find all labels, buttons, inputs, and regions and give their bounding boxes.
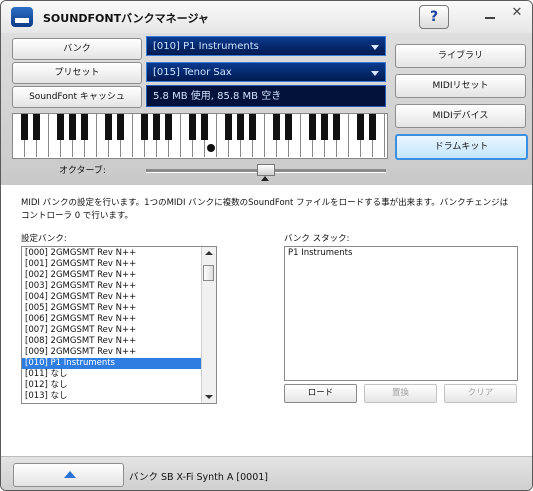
list-item[interactable]: [000] 2GMGSMT Rev N++ [22,248,201,259]
piano-black-key[interactable] [141,114,148,140]
memory-status: 5.8 MB 使用, 85.8 MB 空き [146,85,386,107]
chevron-down-icon [371,71,379,76]
load-button[interactable]: ロード [284,384,357,403]
help-button[interactable]: ? [419,5,449,29]
piano-black-key[interactable] [21,114,28,140]
bottom-bar: バンク SB X-Fi Synth A [0001] [1,456,532,490]
preset-button[interactable]: プリセット [12,62,142,84]
description-text: MIDI バンクの設定を行います。1つのMIDI バンクに複数のSoundFon… [21,198,509,221]
bank-select-value: [010] P1 Instruments [153,41,259,52]
bank-list-scrollbar[interactable] [201,247,216,403]
list-item[interactable]: [010] P1 Instruments [22,358,201,369]
list-item[interactable]: [006] 2GMGSMT Rev N++ [22,314,201,325]
library-button[interactable]: ライブラリ [395,44,526,68]
piano-black-key[interactable] [189,114,196,140]
piano-black-key[interactable] [165,114,172,140]
piano-black-key[interactable] [81,114,88,140]
piano-black-key[interactable] [237,114,244,140]
piano-black-key[interactable] [153,114,160,140]
list-item[interactable]: [003] 2GMGSMT Rev N++ [22,281,201,292]
piano-black-key[interactable] [57,114,64,140]
piano-black-key[interactable] [369,114,376,140]
piano-black-key[interactable] [105,114,112,140]
piano-black-key[interactable] [69,114,76,140]
list-item[interactable]: [001] 2GMGSMT Rev N++ [22,259,201,270]
soundfont-cache-button[interactable]: SoundFont キャッシュ [12,86,142,108]
midi-device-button[interactable]: MIDIデバイス [395,104,526,128]
title-bar: SOUNDFONTバンクマネージャ ? ✕ [1,1,532,33]
piano-black-key[interactable] [273,114,280,140]
piano-black-key[interactable] [33,114,40,140]
active-key-marker [207,144,215,152]
piano-keyboard[interactable] [12,113,388,159]
soundfont-bank-manager-window: SOUNDFONTバンクマネージャ ? ✕ バンク プリセット SoundFon… [0,0,533,491]
piano-black-key[interactable] [117,114,124,140]
preset-select[interactable]: [015] Tenor Sax [146,62,386,82]
bank-listbox[interactable]: [000] 2GMGSMT Rev N++ [001] 2GMGSMT Rev N… [21,246,217,404]
midi-reset-button[interactable]: MIDIリセット [395,74,526,98]
piano-black-key[interactable] [225,114,232,140]
replace-button[interactable]: 置換 [364,384,437,403]
piano-black-key[interactable] [249,114,256,140]
list-item[interactable]: [013] なし [22,391,201,402]
window-title: SOUNDFONTバンクマネージャ [43,12,209,25]
octave-label: オクターブ: [59,166,106,176]
piano-black-key[interactable] [309,114,316,140]
app-icon [11,7,33,27]
scroll-thumb[interactable] [203,265,214,281]
minimize-icon[interactable] [483,7,497,21]
piano-black-key[interactable] [285,114,292,140]
device-label: バンク SB X-Fi Synth A [0001] [129,472,269,483]
piano-black-key[interactable] [201,114,208,140]
chevron-up-icon [64,471,76,478]
piano-black-key[interactable] [333,114,340,140]
list-item[interactable]: [009] 2GMGSMT Rev N++ [22,347,201,358]
list-item[interactable]: [011] なし [22,369,201,380]
close-icon[interactable]: ✕ [509,5,525,21]
bank-button[interactable]: バンク [12,38,142,60]
bank-stack-listbox[interactable]: P1 Instruments [284,246,518,381]
list-item[interactable]: [007] 2GMGSMT Rev N++ [22,325,201,336]
scroll-up-icon[interactable] [205,251,213,255]
bank-select[interactable]: [010] P1 Instruments [146,36,386,56]
scroll-down-icon[interactable] [205,395,213,399]
list-item[interactable]: [008] 2GMGSMT Rev N++ [22,336,201,347]
list-item[interactable]: [005] 2GMGSMT Rev N++ [22,303,201,314]
octave-center-tick [261,176,269,181]
list-item[interactable]: P1 Instruments [285,248,352,259]
clear-button[interactable]: クリア [444,384,517,403]
bank-stack-label: バンク スタック: [284,234,350,244]
bank-list-label: 設定バンク: [21,234,67,244]
piano-black-key[interactable] [321,114,328,140]
preset-select-value: [015] Tenor Sax [153,67,232,78]
list-item[interactable]: [004] 2GMGSMT Rev N++ [22,292,201,303]
list-item[interactable]: [002] 2GMGSMT Rev N++ [22,270,201,281]
chevron-down-icon [371,45,379,50]
piano-black-key[interactable] [357,114,364,140]
expand-button[interactable] [13,463,124,487]
octave-slider-thumb[interactable] [257,164,275,176]
list-item[interactable]: [012] なし [22,380,201,391]
drum-kit-button[interactable]: ドラムキット [395,134,528,160]
